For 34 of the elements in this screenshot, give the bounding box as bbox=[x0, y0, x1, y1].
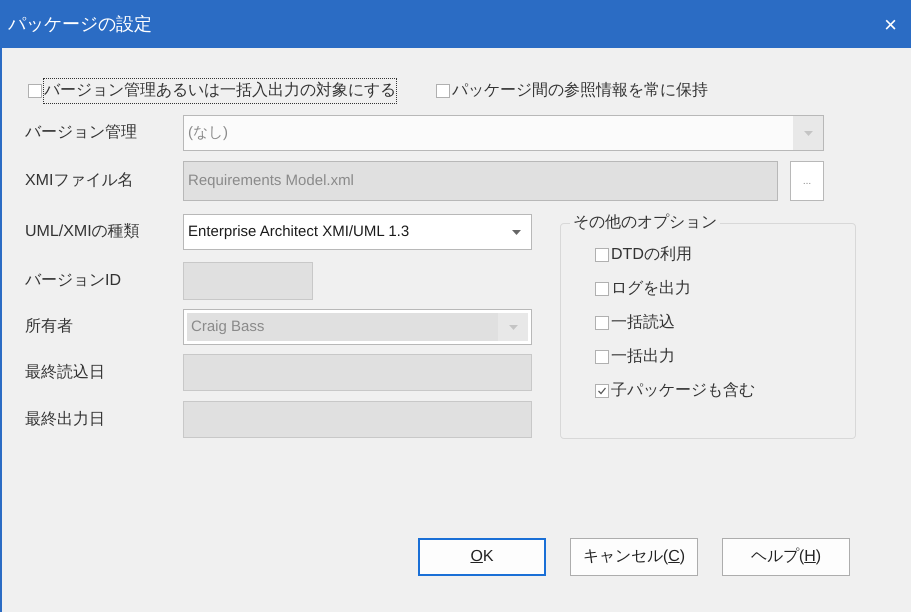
field-label: 最終読込日 bbox=[25, 362, 106, 382]
checkbox[interactable] bbox=[595, 384, 609, 398]
caret-icon bbox=[804, 130, 812, 136]
caret-icon bbox=[512, 230, 520, 234]
field-label: バージョン管理 bbox=[25, 123, 138, 143]
field-label: バージョンID bbox=[25, 271, 122, 291]
dropdown-value: Craig Bass bbox=[187, 313, 498, 341]
dropdown-value: Enterprise Architect XMI/UML 1.3 bbox=[187, 222, 410, 242]
checkbox[interactable] bbox=[436, 84, 450, 98]
checkbox[interactable] bbox=[595, 350, 609, 364]
checkbox-label[interactable]: パッケージ間の参照情報を常に保持 bbox=[452, 79, 708, 103]
field-label: XMIファイル名 bbox=[25, 171, 134, 191]
dialog-button[interactable]: OK bbox=[418, 538, 546, 576]
checkbox[interactable] bbox=[595, 282, 609, 296]
close-button[interactable]: × bbox=[878, 8, 903, 40]
caret-icon bbox=[508, 324, 518, 330]
field-label: 最終出力日 bbox=[25, 410, 106, 430]
checkbox-label[interactable]: 子パッケージも含む bbox=[611, 380, 755, 402]
dropdown-field[interactable]: Enterprise Architect XMI/UML 1.3 bbox=[183, 214, 532, 250]
checkbox-label[interactable]: バージョン管理あるいは一括入出力の対象にする bbox=[44, 79, 396, 103]
dropdown-value: (なし) bbox=[187, 122, 229, 143]
window-title: パッケージの設定 bbox=[8, 12, 152, 36]
field-label: UML/XMIの種類 bbox=[25, 222, 141, 242]
checkbox-label[interactable]: 一括読込 bbox=[611, 312, 675, 334]
checkbox-label[interactable]: DTDの利用 bbox=[611, 244, 692, 266]
field-label: 所有者 bbox=[25, 316, 74, 337]
dialog-button[interactable]: キャンセル(C) bbox=[570, 538, 698, 576]
checkbox-label[interactable]: ログを出力 bbox=[611, 278, 691, 300]
checkbox[interactable] bbox=[595, 316, 609, 330]
check-icon bbox=[597, 386, 607, 396]
checkbox[interactable] bbox=[595, 248, 609, 262]
dialog-button[interactable]: ヘルプ(H) bbox=[722, 538, 850, 576]
checkbox[interactable] bbox=[28, 84, 42, 98]
checkbox-label[interactable]: 一括出力 bbox=[611, 346, 675, 368]
